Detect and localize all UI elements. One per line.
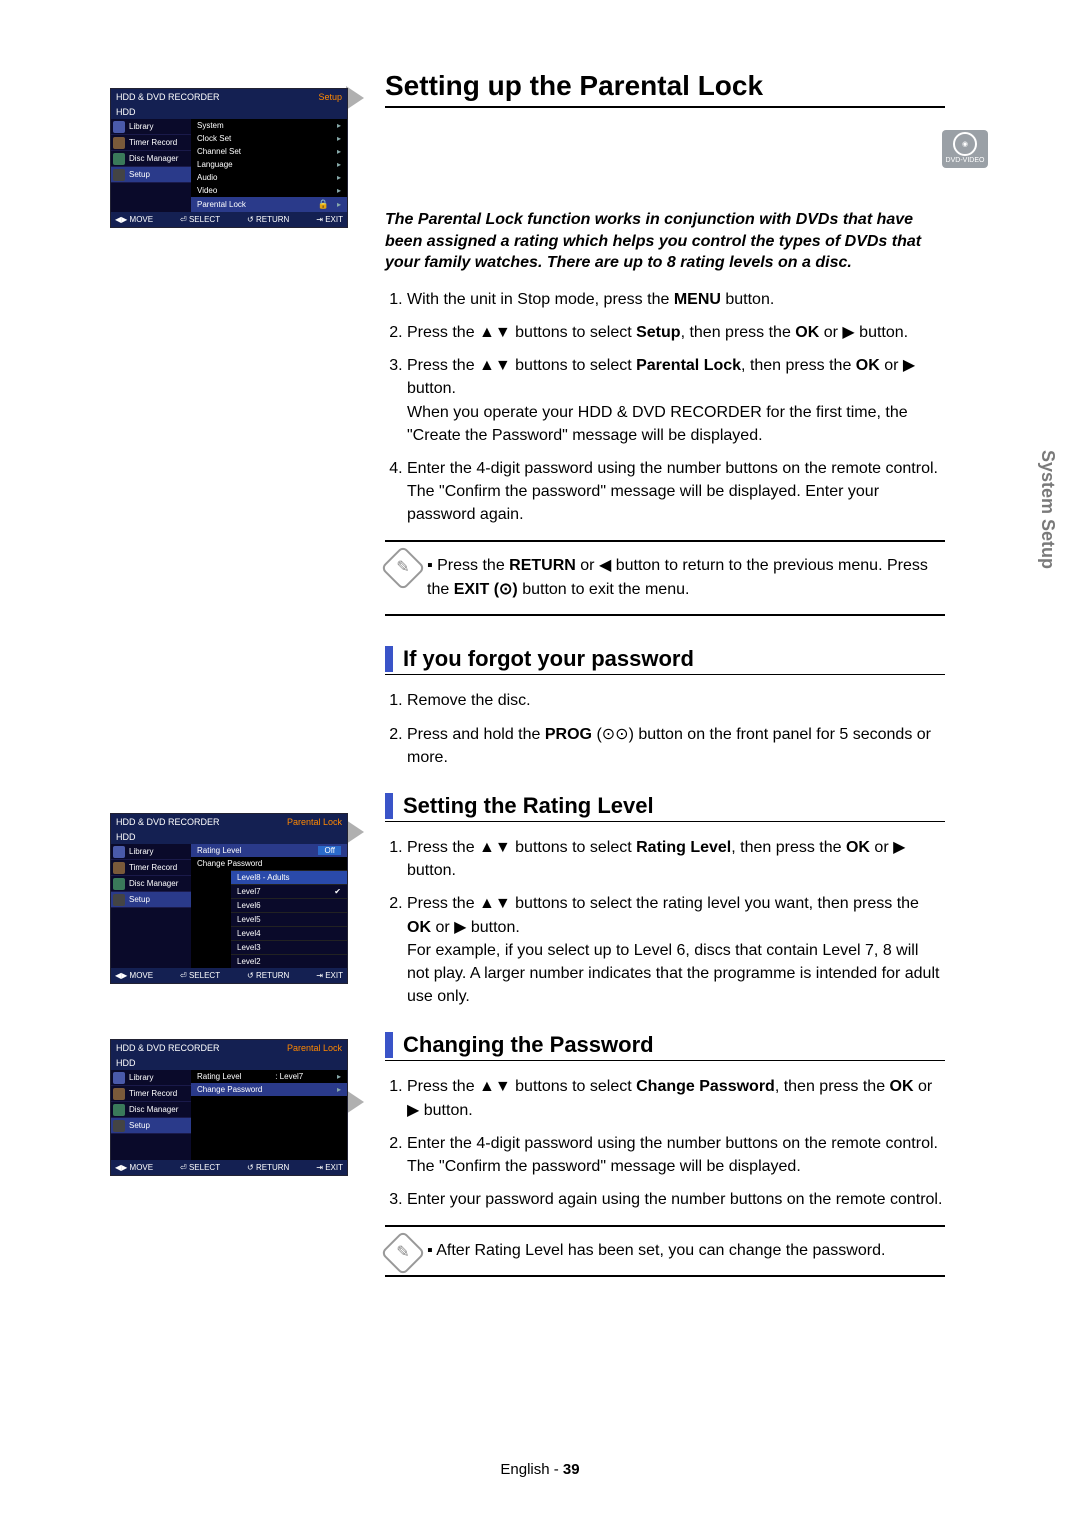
page-footer: English - 39 (0, 1461, 1080, 1478)
step-text: Press the ▲▼ buttons to select the ratin… (407, 895, 939, 1005)
change-steps: Press the ▲▼ buttons to select Change Pa… (385, 1075, 945, 1211)
osd-change-password-menu: HDD & DVD RECORDER Parental Lock HDD Lib… (110, 1039, 348, 1176)
heading-rating-level: Setting the Rating Level (385, 793, 945, 819)
forgot-steps: Remove the disc. Press and hold the PROG… (385, 689, 945, 769)
step-text: Enter your password again using the numb… (407, 1191, 942, 1208)
osd-rating-level-menu: HDD & DVD RECORDER Parental Lock HDD Lib… (110, 813, 348, 984)
step-text: With the unit in Stop mode, press the ME… (407, 291, 774, 308)
note-text: After Rating Level has been set, you can… (427, 1239, 939, 1263)
step-text: Press the ▲▼ buttons to select Change Pa… (407, 1078, 932, 1118)
step-text: Enter the 4-digit password using the num… (407, 460, 938, 523)
step-text: Remove the disc. (407, 692, 531, 709)
section-tab: System Setup (1037, 450, 1058, 569)
note-icon (380, 546, 425, 591)
step-text: Press the ▲▼ buttons to select Setup, th… (407, 324, 908, 341)
heading-change-password: Changing the Password (385, 1032, 945, 1058)
note-icon (380, 1231, 425, 1276)
step-text: Press and hold the PROG (⊙⊙) button on t… (407, 726, 931, 766)
page-title: Setting up the Parental Lock (385, 70, 945, 102)
note-box: After Rating Level has been set, you can… (385, 1225, 945, 1277)
rating-steps: Press the ▲▼ buttons to select Rating Le… (385, 836, 945, 1008)
step-text: Press the ▲▼ buttons to select Parental … (407, 357, 915, 444)
step-text: Press the ▲▼ buttons to select Rating Le… (407, 839, 905, 879)
lock-icon: 🔒 (318, 199, 329, 210)
setup-steps: With the unit in Stop mode, press the ME… (385, 288, 945, 527)
pointer-triangle-icon (346, 1090, 364, 1114)
note-text: Press the RETURN or ◀ button to return t… (427, 554, 939, 602)
intro-text: The Parental Lock function works in conj… (385, 209, 945, 274)
pointer-triangle-icon (346, 820, 364, 844)
step-text: Enter the 4-digit password using the num… (407, 1135, 938, 1175)
note-box: Press the RETURN or ◀ button to return t… (385, 540, 945, 616)
heading-forgot-password: If you forgot your password (385, 646, 945, 672)
pointer-triangle-icon (346, 86, 364, 110)
dvd-video-badge: ◉ DVD-VIDEO (942, 130, 988, 168)
osd-setup-menu: HDD & DVD RECORDER Setup HDD Library Tim… (110, 88, 348, 228)
